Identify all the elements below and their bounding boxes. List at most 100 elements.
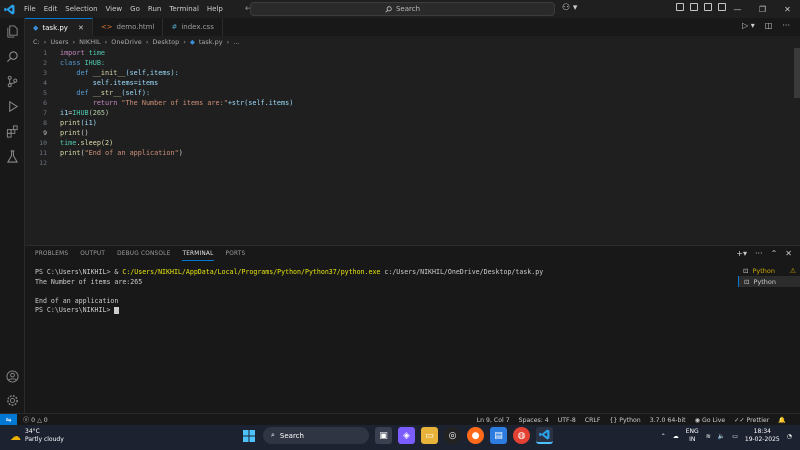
- code-line: 11 print("End of an application"): [25, 148, 800, 158]
- toggle-sidebar-icon[interactable]: [676, 3, 684, 11]
- breadcrumb-item[interactable]: ...: [233, 38, 239, 46]
- terminal-list-item[interactable]: ⊡ Python: [738, 276, 800, 287]
- vscode-taskbar-icon[interactable]: [536, 427, 553, 444]
- extensions-icon[interactable]: [0, 120, 25, 142]
- menu-run[interactable]: Run: [144, 5, 165, 13]
- input-language[interactable]: ENG IN: [686, 428, 699, 444]
- breadcrumb-item[interactable]: NIKHIL: [79, 38, 100, 46]
- breadcrumb-item[interactable]: OneDrive: [111, 38, 142, 46]
- terminal-name: Python: [753, 277, 776, 286]
- toggle-panel-icon[interactable]: [690, 3, 698, 11]
- firefox-icon[interactable]: ●: [467, 427, 484, 444]
- language-mode[interactable]: {} Python: [609, 417, 640, 424]
- line-number: 6: [43, 99, 47, 107]
- new-terminal-icon[interactable]: +▾: [736, 249, 747, 258]
- file-explorer-icon[interactable]: ▭: [421, 427, 438, 444]
- close-tab-icon[interactable]: ✕: [78, 24, 84, 32]
- split-editor-icon[interactable]: ◫: [765, 21, 773, 30]
- problems-status[interactable]: ⓧ 0 △ 0: [23, 415, 48, 424]
- taskbar-search-box[interactable]: ⌕ Search: [263, 427, 369, 444]
- breadcrumb-item[interactable]: C:: [33, 38, 40, 46]
- prettier-status[interactable]: ✓✓ Prettier: [734, 417, 769, 424]
- menu-terminal[interactable]: Terminal: [165, 5, 203, 13]
- toggle-secondary-sidebar-icon[interactable]: [704, 3, 712, 11]
- store-icon[interactable]: ▤: [490, 427, 507, 444]
- chrome-icon[interactable]: ◍: [513, 427, 530, 444]
- battery-icon[interactable]: ▭: [732, 433, 738, 440]
- run-python-file-icon[interactable]: ▷ ▾: [742, 21, 755, 30]
- menu-help[interactable]: Help: [203, 5, 227, 13]
- more-actions-icon[interactable]: ···: [755, 249, 763, 258]
- wifi-icon[interactable]: ≋: [706, 433, 711, 440]
- encoding[interactable]: UTF-8: [558, 417, 576, 424]
- code-token: time: [60, 139, 77, 147]
- tab-ports[interactable]: PORTS: [226, 251, 246, 261]
- weather-widget[interactable]: ☁ 34°C Partly cloudy: [10, 428, 64, 444]
- command-center-search[interactable]: Search: [250, 2, 555, 16]
- breadcrumb-item[interactable]: task.py: [199, 38, 223, 46]
- clock[interactable]: 18:34 19-02-2025: [745, 428, 780, 444]
- breadcrumb-item[interactable]: Users: [50, 38, 68, 46]
- tab-index-css[interactable]: # index.css: [163, 18, 223, 36]
- search-view-icon[interactable]: [0, 45, 25, 67]
- volume-icon[interactable]: 🔈: [718, 433, 725, 440]
- weather-cloud-icon: ☁: [10, 429, 21, 443]
- editor-scrollbar[interactable]: [794, 48, 800, 98]
- go-live-button[interactable]: ◉ Go Live: [695, 417, 726, 424]
- dell-icon[interactable]: ◎: [444, 427, 461, 444]
- menu-edit[interactable]: Edit: [40, 5, 62, 13]
- minimize-icon[interactable]: —: [725, 0, 750, 18]
- terminal-output[interactable]: PS C:\Users\NIKHIL> & C:/Users/NIKHIL/Ap…: [35, 268, 735, 316]
- breadcrumb-item[interactable]: Desktop: [152, 38, 179, 46]
- maximize-panel-icon[interactable]: ⌃: [771, 249, 778, 258]
- source-control-icon[interactable]: [0, 70, 25, 92]
- account-icon[interactable]: [0, 365, 25, 387]
- code-token: print: [60, 149, 81, 157]
- terminal-list-item[interactable]: ⊡ Python ⚠: [738, 265, 800, 276]
- indentation[interactable]: Spaces: 4: [519, 417, 549, 424]
- tab-debug-console[interactable]: DEBUG CONSOLE: [117, 251, 170, 261]
- copilot-app-icon[interactable]: ◈: [398, 427, 415, 444]
- notifications-bell-icon[interactable]: 🔔: [778, 416, 786, 424]
- tab-terminal[interactable]: TERMINAL: [182, 251, 214, 261]
- remote-indicator-icon[interactable]: ⇋: [0, 413, 17, 426]
- code-line: 12: [25, 158, 800, 168]
- explorer-icon[interactable]: [0, 20, 25, 42]
- close-icon[interactable]: ✕: [775, 0, 800, 18]
- activity-bar: [0, 18, 25, 413]
- close-panel-icon[interactable]: ✕: [785, 249, 792, 258]
- code-line: 3 def __init__(self,items):: [25, 68, 800, 78]
- menu-go[interactable]: Go: [126, 5, 144, 13]
- task-view-icon[interactable]: ▣: [375, 427, 392, 444]
- menu-view[interactable]: View: [102, 5, 127, 13]
- code-line: 6 return "The Number of items are:"+str(…: [25, 98, 800, 108]
- menu-file[interactable]: File: [20, 5, 40, 13]
- run-debug-icon[interactable]: [0, 95, 25, 117]
- onedrive-icon[interactable]: ☁: [673, 433, 679, 440]
- code-line: 8 print(i1): [25, 118, 800, 128]
- end-of-line[interactable]: CRLF: [585, 417, 601, 424]
- double-check-icon: ✓✓: [734, 416, 745, 424]
- line-number: 1: [43, 49, 47, 57]
- notification-center-icon[interactable]: ◔: [787, 433, 792, 440]
- windows-start-icon[interactable]: [240, 427, 257, 444]
- settings-gear-icon[interactable]: [0, 389, 25, 411]
- show-hidden-icons-icon[interactable]: ⌃: [661, 433, 666, 440]
- cursor-position[interactable]: Ln 9, Col 7: [477, 417, 510, 424]
- menu-selection[interactable]: Selection: [61, 5, 101, 13]
- more-actions-icon[interactable]: ···: [782, 21, 790, 30]
- tab-demo-html[interactable]: <> demo.html: [93, 18, 164, 36]
- code-editor[interactable]: 1 import time 2 class IHUB: 3 def __init…: [25, 48, 800, 244]
- restore-icon[interactable]: ❐: [750, 0, 775, 18]
- tab-task-py[interactable]: ◆ task.py ✕: [25, 18, 93, 36]
- code-token: def: [76, 69, 89, 77]
- testing-icon[interactable]: [0, 145, 25, 167]
- line-number: 8: [43, 119, 47, 127]
- tab-problems[interactable]: PROBLEMS: [35, 251, 68, 261]
- html-file-icon: <>: [100, 23, 113, 31]
- tab-output[interactable]: OUTPUT: [80, 251, 105, 261]
- python-interpreter[interactable]: 3.7.0 64-bit: [650, 417, 686, 424]
- copilot-icon[interactable]: ⚇ ▾: [562, 3, 577, 13]
- tab-label: index.css: [181, 23, 214, 31]
- code-token: __str__: [88, 89, 122, 97]
